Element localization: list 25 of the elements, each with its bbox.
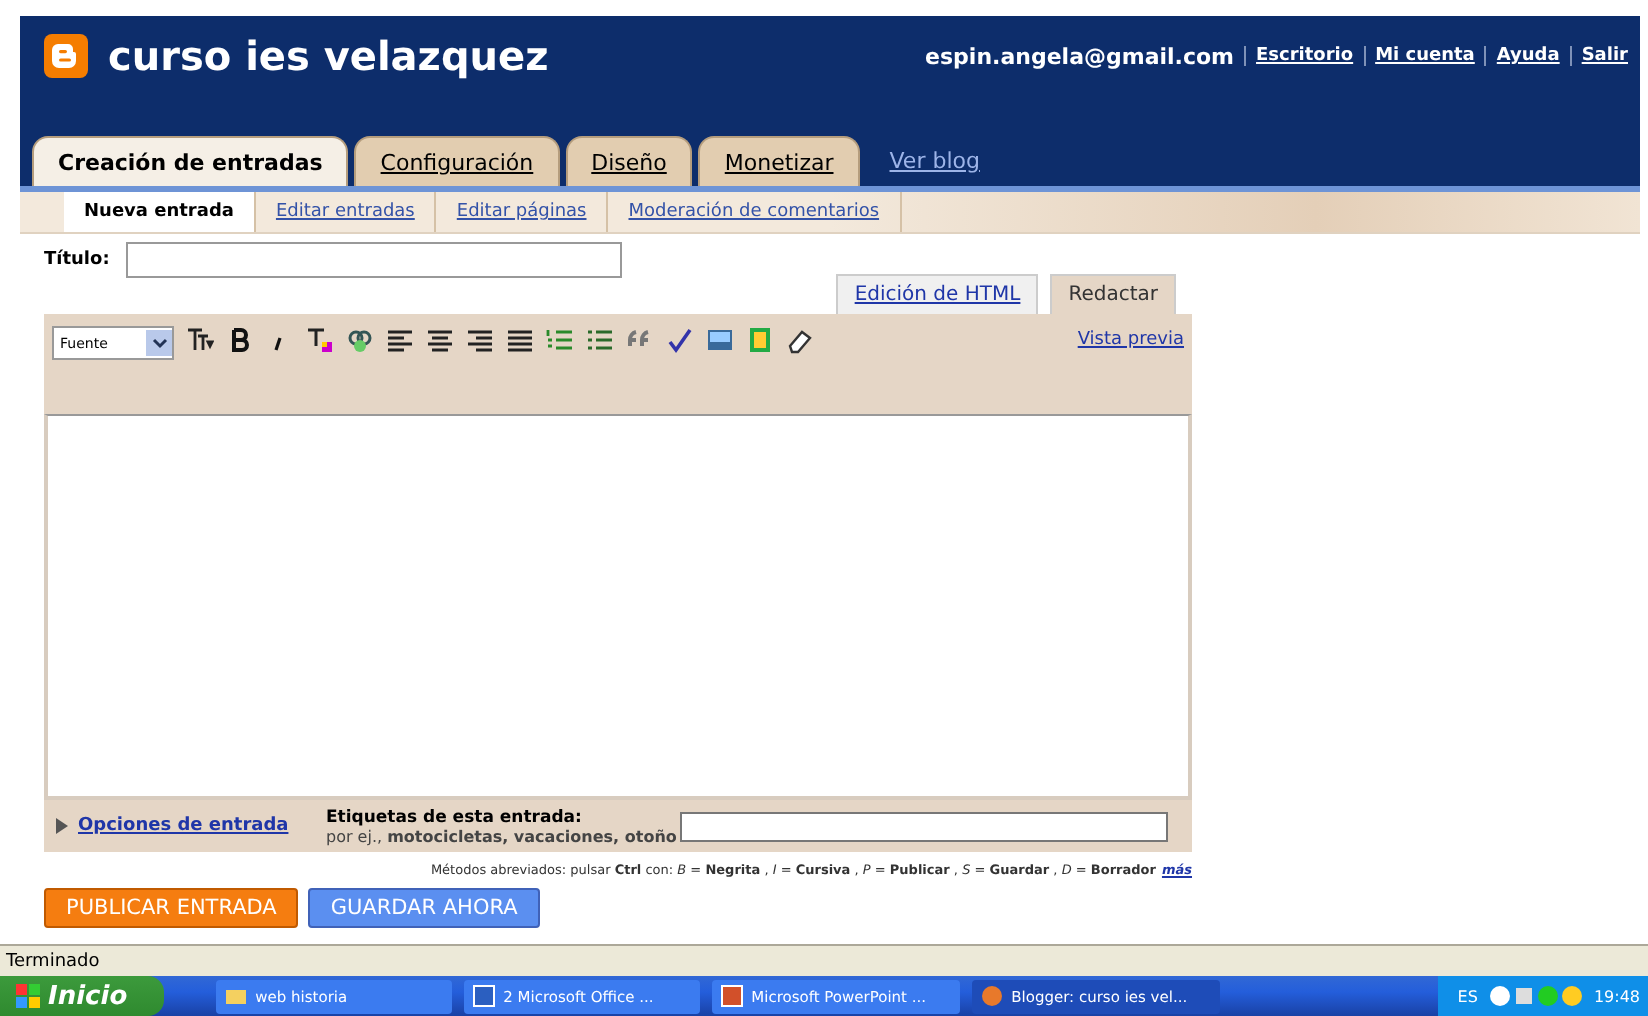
- blog-title: curso ies velazquez: [108, 32, 549, 80]
- subtab[interactable]: Editar entradas: [255, 192, 437, 232]
- nav-tab[interactable]: Monetizar: [698, 136, 860, 186]
- header-link[interactable]: Mi cuenta: [1363, 46, 1475, 66]
- labels-hint: por ej., motocicletas, vacaciones, otoño: [326, 827, 677, 845]
- post-options-link[interactable]: Opciones de entrada: [78, 816, 326, 836]
- editor-tab[interactable]: Edición de HTML: [836, 274, 1039, 314]
- subtab[interactable]: Moderación de comentarios: [608, 192, 902, 232]
- nav-tab[interactable]: Configuración: [354, 136, 560, 186]
- status-bar: Terminado: [0, 944, 1648, 976]
- nav-tab[interactable]: Creación de entradas: [32, 136, 349, 186]
- title-label: Título:: [44, 250, 110, 270]
- subtab[interactable]: Editar páginas: [436, 192, 609, 232]
- header-link[interactable]: Salir: [1569, 46, 1628, 66]
- nav-tab[interactable]: Diseño: [565, 136, 693, 186]
- subtab[interactable]: Nueva entrada: [64, 192, 256, 232]
- account-email: espin.angela@gmail.com: [925, 43, 1235, 69]
- clock: 19:48: [1593, 987, 1640, 1005]
- header-link[interactable]: Ayuda: [1484, 46, 1560, 66]
- preview-link[interactable]: Vista previa: [1077, 326, 1184, 350]
- start-button[interactable]: Inicio: [0, 976, 164, 1016]
- labels-title: Etiquetas de esta entrada:: [326, 807, 584, 827]
- header-link[interactable]: Escritorio: [1244, 46, 1354, 66]
- view-blog-link[interactable]: Ver blog: [865, 148, 1004, 186]
- editor-tab[interactable]: Redactar: [1050, 274, 1176, 314]
